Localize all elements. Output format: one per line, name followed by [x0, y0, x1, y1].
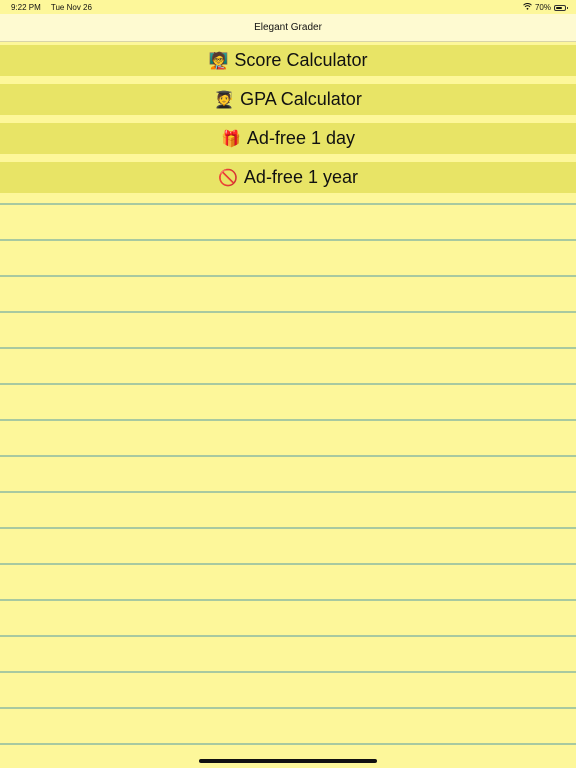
paper-rule-line [0, 455, 576, 457]
score-calculator-button[interactable]: 🧑‍🏫 Score Calculator [0, 45, 576, 76]
paper-rule-line [0, 311, 576, 313]
menu-item-label: GPA Calculator [240, 89, 362, 109]
paper-rule-line [0, 275, 576, 277]
lined-paper-background [0, 196, 576, 768]
home-indicator[interactable] [199, 759, 377, 763]
paper-rule-line [0, 203, 576, 205]
status-bar: 9:22 PM Tue Nov 26 70% [0, 0, 576, 14]
gpa-calculator-button[interactable]: 🧑‍🎓 GPA Calculator [0, 84, 576, 115]
paper-rule-line [0, 491, 576, 493]
ad-free-1-day-button[interactable]: 🎁 Ad-free 1 day [0, 123, 576, 154]
paper-rule-line [0, 419, 576, 421]
paper-rule-line [0, 347, 576, 349]
status-right: 70% [523, 3, 568, 12]
paper-rule-line [0, 383, 576, 385]
status-time: 9:22 PM [11, 3, 41, 12]
paper-rule-line [0, 239, 576, 241]
prohibited-icon: 🚫 [218, 169, 238, 187]
paper-rule-line [0, 707, 576, 709]
menu-item-label: Ad-free 1 day [246, 128, 355, 148]
paper-rule-line [0, 527, 576, 529]
student-icon: 🧑‍🎓 [214, 91, 235, 109]
page-title: Elegant Grader [254, 22, 322, 33]
menu-item-label: Score Calculator [234, 50, 368, 70]
status-date: Tue Nov 26 [50, 3, 92, 12]
paper-rule-line [0, 563, 576, 565]
paper-rule-line [0, 671, 576, 673]
status-left: 9:22 PM Tue Nov 26 [11, 3, 100, 12]
gift-icon: 🎁 [221, 130, 241, 148]
navigation-bar: Elegant Grader [0, 14, 576, 42]
paper-rule-line [0, 743, 576, 745]
paper-rule-line [0, 599, 576, 601]
ad-free-1-year-button[interactable]: 🚫 Ad-free 1 year [0, 162, 576, 193]
wifi-icon [523, 3, 532, 12]
paper-rule-line [0, 635, 576, 637]
menu-item-label: Ad-free 1 year [243, 167, 358, 187]
battery-icon [554, 4, 568, 11]
battery-percent: 70% [534, 3, 551, 12]
teacher-icon: 🧑‍🏫 [208, 52, 229, 70]
